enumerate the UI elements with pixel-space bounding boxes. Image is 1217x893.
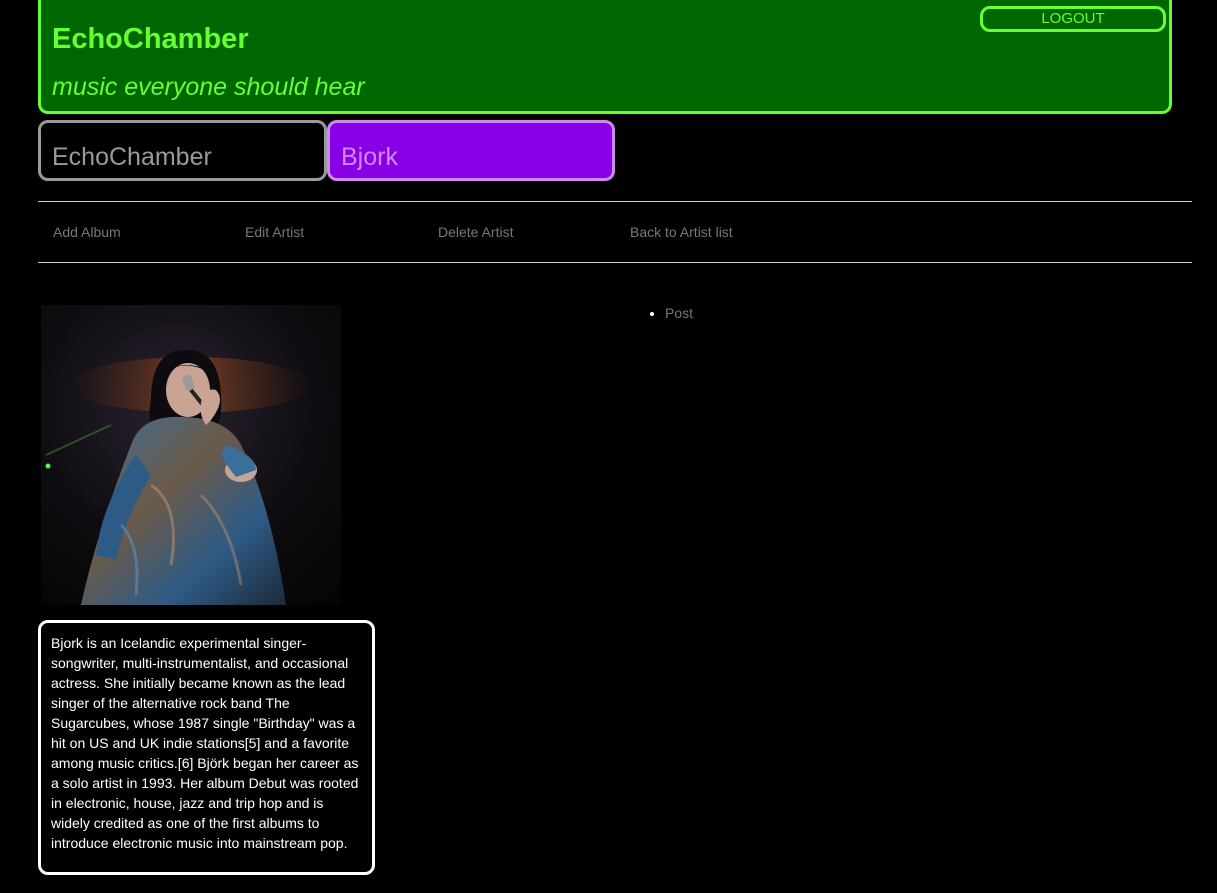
site-tagline: music everyone should hear	[52, 73, 365, 101]
nav-top-divider	[38, 201, 1192, 202]
page: EchoChamber music everyone should hear L…	[0, 0, 1217, 893]
back-to-artist-list-link[interactable]: Back to Artist list	[630, 224, 733, 240]
logout-button[interactable]: LOGOUT	[980, 6, 1166, 32]
nav-bottom-divider	[38, 262, 1192, 263]
edit-artist-link[interactable]: Edit Artist	[245, 224, 304, 240]
artist-bio-box: Bjork is an Icelandic experimental singe…	[38, 620, 375, 875]
site-header: EchoChamber music everyone should hear L…	[38, 0, 1172, 114]
site-title: EchoChamber	[52, 23, 249, 55]
add-album-link[interactable]: Add Album	[53, 224, 121, 240]
post-list: Post	[648, 304, 693, 322]
breadcrumb-artist[interactable]: Bjork	[327, 120, 615, 181]
breadcrumb-home[interactable]: EchoChamber	[38, 120, 327, 181]
delete-artist-link[interactable]: Delete Artist	[438, 224, 513, 240]
artist-photo	[41, 305, 341, 605]
artist-bio: Bjork is an Icelandic experimental singe…	[51, 635, 359, 851]
artist-photo-image	[41, 305, 341, 605]
list-item: Post	[665, 304, 693, 322]
post-link[interactable]: Post	[665, 305, 693, 321]
